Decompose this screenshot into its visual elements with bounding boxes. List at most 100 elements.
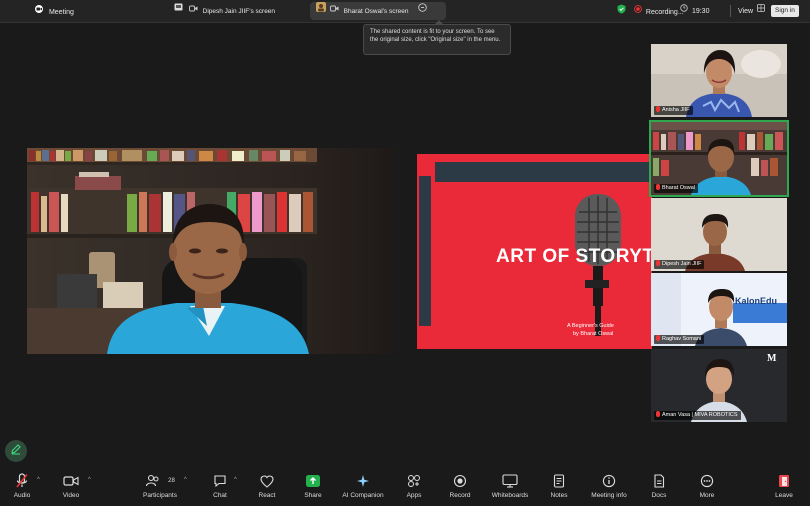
participants-button[interactable]: 28 Participants — [138, 472, 182, 499]
participant-name-chip: Bharat Oswal — [654, 184, 699, 193]
miva-logo: M — [767, 353, 777, 364]
record-icon — [445, 472, 475, 490]
participants-options-caret-icon[interactable]: ^ — [184, 477, 187, 483]
recording-indicator[interactable]: Recording... — [617, 4, 684, 18]
participant-tile-aman[interactable]: M Aman Vasa | MIVA ROBOTICS — [651, 349, 787, 422]
participant-tile-anisha[interactable]: Anisha JIIF — [651, 44, 787, 117]
mic-muted-icon — [8, 472, 36, 490]
audio-options-caret-icon[interactable]: ^ — [37, 477, 40, 483]
more-button[interactable]: More — [694, 472, 720, 499]
leave-door-icon — [770, 472, 798, 490]
grid-icon — [757, 4, 765, 18]
participant-name: Raghav Somani — [662, 336, 702, 342]
participants-count: 28 — [168, 478, 175, 484]
participant-tile-bharat[interactable]: Bharat Oswal — [649, 120, 789, 197]
participant-name-chip: Dipesh Jain JIIF — [654, 260, 705, 269]
zoom-logo-icon — [34, 4, 44, 20]
participant-name-chip: Anisha JIIF — [654, 106, 693, 115]
view-menu[interactable]: View — [738, 4, 765, 18]
participants-label: Participants — [143, 492, 177, 499]
whiteboards-button[interactable]: Whiteboards — [488, 472, 532, 499]
mic-muted-icon — [656, 335, 660, 341]
notes-button[interactable]: Notes — [546, 472, 572, 499]
chat-options-caret-icon[interactable]: ^ — [234, 477, 237, 483]
recording-label: Recording... — [645, 8, 684, 16]
meeting-timer: 19:30 — [680, 4, 709, 18]
mic-muted-icon — [656, 106, 660, 112]
recording-dot-icon — [634, 5, 642, 19]
notes-label: Notes — [550, 492, 568, 499]
info-icon — [586, 472, 632, 490]
screen-share-icon — [174, 2, 185, 20]
notes-icon — [546, 472, 572, 490]
video-camera-icon — [329, 2, 339, 20]
sign-in-button[interactable]: Sign in — [771, 5, 799, 17]
person-avatar-icon — [316, 2, 326, 20]
meeting-menu[interactable]: Meeting — [34, 4, 74, 18]
divider — [730, 5, 731, 17]
more-label: More — [699, 492, 715, 499]
docs-button[interactable]: Docs — [646, 472, 672, 499]
sparkle-icon — [338, 472, 388, 490]
participant-name: Dipesh Jain JIIF — [662, 261, 702, 267]
participant-name: Bharat Oswal — [662, 185, 696, 191]
docs-icon — [646, 472, 672, 490]
docs-label: Docs — [651, 492, 667, 499]
annotate-button[interactable] — [5, 440, 27, 462]
leave-label: Leave — [775, 492, 793, 499]
share-label: Share — [304, 492, 322, 499]
top-bar: Meeting Dipesh Jain JIIF's screen Bharat… — [0, 0, 810, 23]
participant-name-chip: Raghav Somani — [654, 335, 705, 344]
kalonedu-logo: KalonEdu — [735, 296, 777, 306]
chat-bubble-icon — [206, 472, 234, 490]
pencil-icon — [10, 442, 22, 460]
record-button[interactable]: Record — [445, 472, 475, 499]
participant-tile-dipesh[interactable]: Dipesh Jain JIIF — [651, 198, 787, 271]
video-button[interactable]: Video — [56, 472, 86, 499]
tab-dipesh-screen[interactable]: Dipesh Jain JIIF's screen — [168, 2, 298, 20]
share-button[interactable]: Share — [299, 472, 327, 499]
meeting-label: Meeting — [48, 8, 74, 16]
participant-name: Anisha JIIF — [662, 107, 690, 113]
participant-tile-raghav[interactable]: KalonEdu Raghav Somani — [651, 273, 787, 346]
record-label: Record — [449, 492, 471, 499]
shared-slide-bharat: ART OF STORYTE A Beginner's Guide by Bha… — [417, 154, 652, 349]
tab-label: Bharat Oswal's screen — [343, 7, 409, 15]
tab-label: Dipesh Jain JIIF's screen — [202, 7, 276, 15]
ai-companion-label: AI Companion — [342, 492, 384, 499]
slide-subtitle-line1: A Beginner's Guide — [567, 323, 614, 329]
video-label: Video — [62, 492, 80, 499]
video-camera-icon — [56, 472, 86, 490]
react-label: React — [258, 492, 276, 499]
whiteboard-icon — [488, 472, 532, 490]
tab-bharat-screen[interactable]: Bharat Oswal's screen — [310, 2, 446, 20]
slide-subtitle: A Beginner's Guide by Bharat Oswal — [567, 322, 614, 338]
fit-screen-tooltip: The shared content is fit to your screen… — [363, 20, 511, 55]
react-button[interactable]: React — [252, 472, 282, 499]
chat-label: Chat — [213, 492, 227, 499]
meeting-toolbar: Audio ^ Video ^ 28 Participants ^ Chat ^… — [0, 466, 810, 506]
mic-muted-icon — [656, 260, 660, 266]
participant-name-chip: Aman Vasa | MIVA ROBOTICS — [654, 411, 741, 420]
mic-muted-icon — [656, 184, 660, 190]
mic-muted-icon — [656, 411, 660, 417]
video-options-caret-icon[interactable]: ^ — [88, 477, 91, 483]
slide-title: ART OF STORYTE — [496, 246, 652, 267]
meeting-info-button[interactable]: Meeting info — [586, 472, 632, 499]
share-screen-icon — [299, 472, 327, 490]
fit-screen-icon[interactable] — [418, 2, 428, 20]
timer-text: 19:30 — [691, 7, 710, 15]
apps-button[interactable]: Apps — [400, 472, 428, 499]
meeting-info-label: Meeting info — [591, 492, 627, 499]
view-label: View — [738, 7, 754, 15]
more-dots-icon — [694, 472, 720, 490]
video-frame-illustration — [27, 148, 393, 354]
clock-icon — [680, 4, 688, 18]
heart-icon — [252, 472, 282, 490]
participant-name: Aman Vasa | MIVA ROBOTICS — [662, 412, 738, 418]
leave-button[interactable]: Leave — [770, 472, 798, 499]
audio-button[interactable]: Audio — [8, 472, 36, 499]
apps-label: Apps — [406, 492, 422, 499]
chat-button[interactable]: Chat — [206, 472, 234, 499]
ai-companion-button[interactable]: AI Companion — [338, 472, 388, 499]
